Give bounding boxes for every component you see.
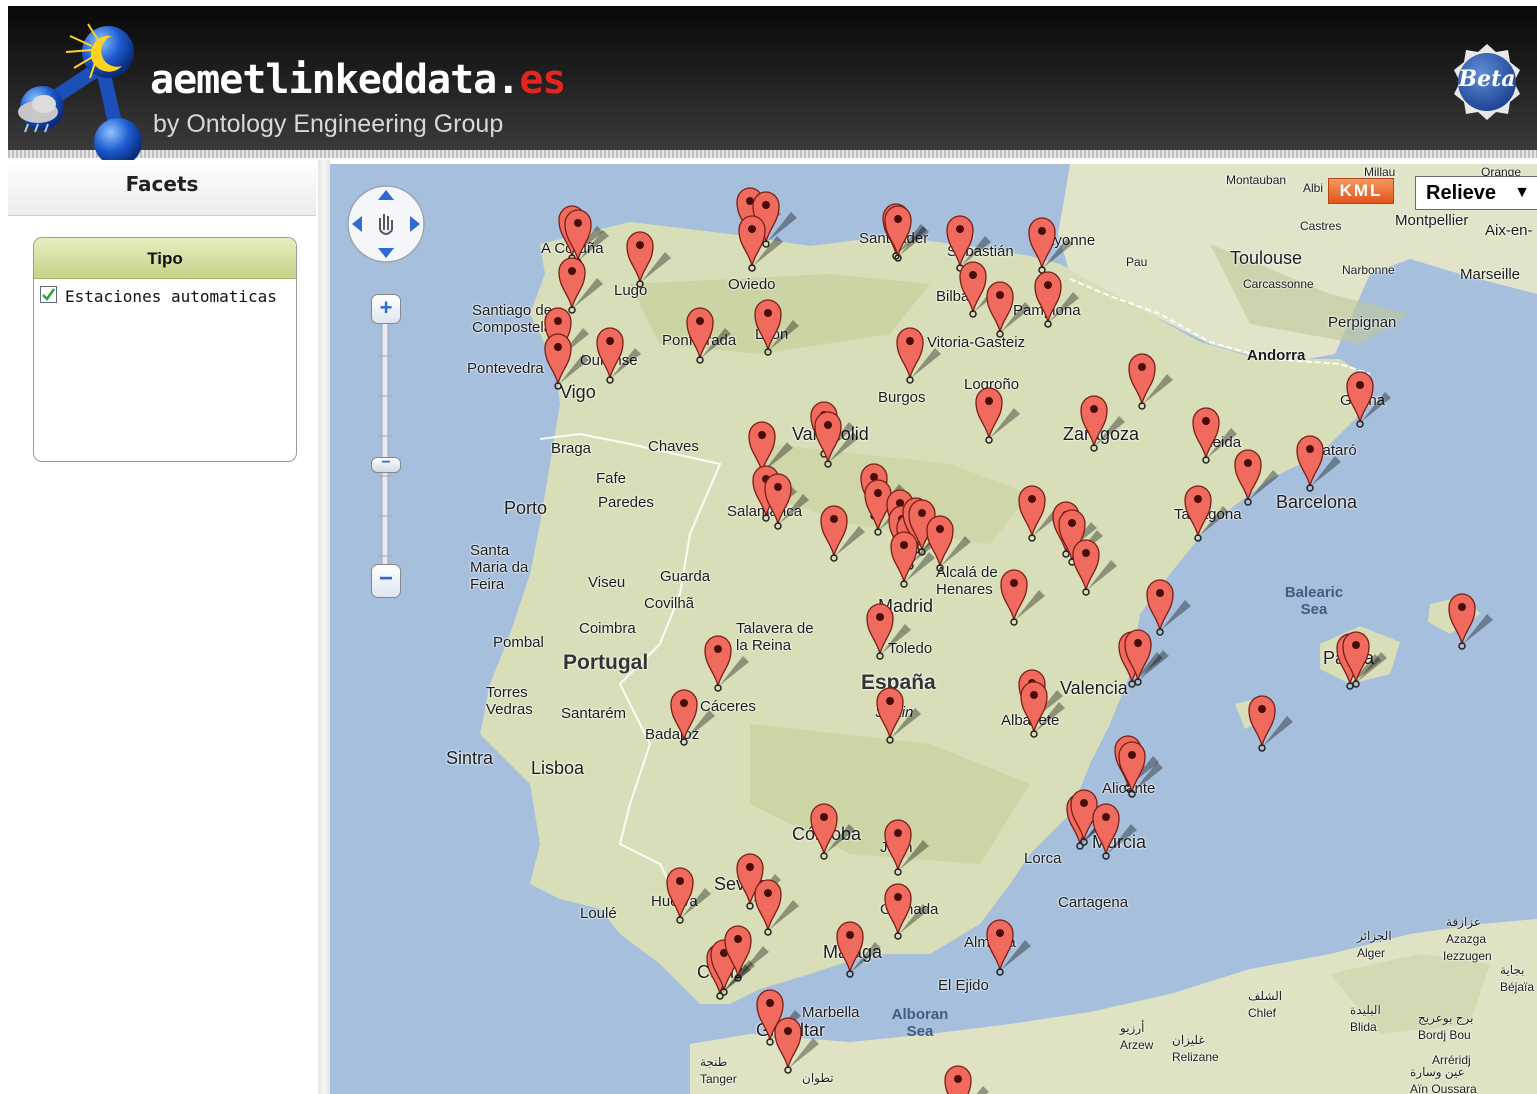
station-marker-icon[interactable]	[1127, 350, 1175, 412]
facet-item-label: Estaciones automaticas	[65, 287, 277, 306]
beta-label: Beta	[1458, 66, 1516, 92]
zoom-slider-track[interactable]	[372, 296, 398, 586]
station-marker-icon[interactable]	[625, 228, 673, 290]
station-marker-icon[interactable]	[985, 916, 1033, 978]
station-marker-icon[interactable]	[1117, 738, 1165, 800]
station-marker-icon[interactable]	[723, 922, 771, 984]
site-subtitle: by Ontology Engineering Group	[153, 110, 504, 138]
station-marker-icon[interactable]	[883, 202, 931, 264]
zoom-slider-handle[interactable]: −	[371, 455, 401, 473]
station-marker-icon[interactable]	[1295, 432, 1343, 494]
map-layer-value: Relieve	[1426, 182, 1497, 204]
station-marker-icon[interactable]	[974, 384, 1022, 446]
station-marker-icon[interactable]	[835, 918, 883, 980]
station-marker-icon[interactable]	[1247, 692, 1295, 754]
station-marker-icon[interactable]	[1123, 626, 1171, 688]
station-marker-icon[interactable]	[737, 212, 785, 274]
brand-name: aemetlinkeddata.	[150, 57, 520, 103]
estaciones-checkbox[interactable]	[40, 286, 57, 303]
station-marker-icon[interactable]	[1447, 590, 1495, 652]
station-marker-icon[interactable]	[1191, 404, 1239, 466]
zoom-out-button[interactable]: −	[371, 564, 401, 598]
facet-group-title: Tipo	[34, 238, 296, 279]
station-marker-icon[interactable]	[665, 864, 713, 926]
kml-export-button[interactable]: KML	[1328, 178, 1394, 204]
station-marker-icon[interactable]	[865, 600, 913, 662]
station-marker-icon[interactable]	[1345, 368, 1393, 430]
map-canvas[interactable]: A Coruña Lugo Oviedo León Santander San …	[330, 164, 1537, 1094]
station-marker-icon[interactable]	[753, 296, 801, 358]
station-markers-layer	[330, 164, 1537, 1094]
station-marker-icon[interactable]	[999, 566, 1047, 628]
checkmark-icon	[42, 288, 55, 301]
station-marker-icon[interactable]	[875, 684, 923, 746]
brand-tld: es	[519, 57, 566, 103]
station-marker-icon[interactable]	[889, 528, 937, 590]
site-brand[interactable]: aemetlinkeddata.es	[150, 56, 566, 104]
station-marker-icon[interactable]	[1183, 482, 1231, 544]
station-marker-icon[interactable]	[1341, 628, 1389, 690]
facets-panel: Facets Tipo Estaciones automaticas	[8, 160, 319, 1094]
station-marker-icon[interactable]	[895, 324, 943, 386]
station-marker-icon[interactable]	[773, 1014, 821, 1076]
header-divider	[8, 150, 1537, 158]
station-marker-icon[interactable]	[943, 1062, 991, 1094]
zoom-in-button[interactable]: +	[371, 294, 401, 324]
pan-control[interactable]	[346, 180, 426, 270]
aemet-logo[interactable]	[12, 16, 148, 168]
station-marker-icon[interactable]	[763, 470, 811, 532]
station-marker-icon[interactable]	[543, 330, 591, 392]
station-marker-icon[interactable]	[1027, 214, 1075, 276]
station-marker-icon[interactable]	[595, 324, 643, 386]
panel-splitter[interactable]	[318, 160, 330, 1094]
station-marker-icon[interactable]	[1033, 268, 1081, 330]
station-marker-icon[interactable]	[1079, 392, 1127, 454]
station-marker-icon[interactable]	[1019, 678, 1067, 740]
station-marker-icon[interactable]	[1233, 446, 1281, 508]
station-marker-icon[interactable]	[703, 632, 751, 694]
station-marker-icon[interactable]	[809, 800, 857, 862]
chevron-down-icon: ▼	[1514, 184, 1530, 201]
station-marker-icon[interactable]	[985, 278, 1033, 340]
station-marker-icon[interactable]	[813, 408, 861, 470]
station-marker-icon[interactable]	[685, 304, 733, 366]
facets-title: Facets	[8, 160, 316, 216]
map-layer-select[interactable]: Relieve ▼	[1415, 176, 1537, 210]
station-marker-icon[interactable]	[669, 686, 717, 748]
station-marker-icon[interactable]	[883, 880, 931, 942]
facet-group-tipo: Tipo Estaciones automaticas	[33, 237, 297, 462]
station-marker-icon[interactable]	[1071, 536, 1119, 598]
station-marker-icon[interactable]	[883, 816, 931, 878]
station-marker-icon[interactable]	[1091, 800, 1139, 862]
